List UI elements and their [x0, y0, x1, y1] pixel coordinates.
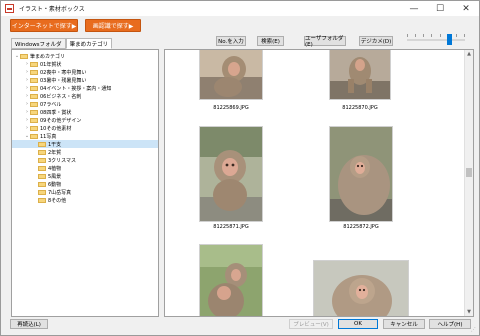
- scrollbar-thumb[interactable]: [466, 168, 472, 177]
- tree-item-label: 02喪中・寒中見舞い: [40, 69, 87, 76]
- folder-icon: [38, 181, 46, 187]
- tree-item-root[interactable]: ⌄ 筆まめカテゴリ: [12, 52, 158, 60]
- dialog-window: イラスト・素材ボックス — ☐ ✕ インターネットで探す▶ 画認識で探す▶ Wi…: [0, 0, 480, 336]
- tree-item-label: 8その他: [48, 197, 67, 204]
- scroll-up-arrow-icon[interactable]: ▲: [465, 50, 473, 58]
- thumbnail-filename: 81225871.JPG: [213, 224, 249, 230]
- tree-item-label: 11写真: [40, 133, 57, 140]
- slider-handle[interactable]: [447, 34, 452, 45]
- folder-icon: [30, 61, 38, 67]
- tab-windows-folder[interactable]: Windowsフォルダ: [11, 38, 66, 49]
- image-recognition-search-button[interactable]: 画認識で探す▶: [85, 19, 141, 32]
- ok-button[interactable]: OK: [338, 319, 378, 329]
- tree-item[interactable]: › 08四季・賞状: [12, 108, 158, 116]
- help-button[interactable]: ヘルプ(H): [429, 319, 471, 329]
- tree-item[interactable]: 8その他: [12, 196, 158, 204]
- thumbnail-image[interactable]: [329, 50, 391, 100]
- scroll-down-arrow-icon[interactable]: ▼: [465, 308, 473, 316]
- thumbnail-scrollbar[interactable]: ▲ ▼: [464, 50, 473, 316]
- reload-button[interactable]: 再読込(L): [10, 319, 48, 329]
- thumbnail-filename: 81225870.JPG: [342, 105, 378, 111]
- thumbnail-filename: 81225872.JPG: [343, 224, 379, 230]
- window-controls: — ☐ ✕: [401, 1, 479, 16]
- folder-icon: [38, 141, 46, 147]
- window-title: イラスト・素材ボックス: [19, 6, 85, 13]
- minimize-button[interactable]: —: [401, 1, 427, 16]
- tree-item-label: 2年賀: [48, 149, 62, 156]
- tab-fudemame-category[interactable]: 筆まめカテゴリ: [65, 38, 113, 49]
- folder-icon: [30, 93, 38, 99]
- tree-item-label: 3クリスマス: [48, 157, 77, 164]
- slider-track: [407, 39, 465, 41]
- preview-button[interactable]: プレビュー(V): [289, 319, 333, 329]
- tree-item-label: 03暑中・残暑見舞い: [40, 77, 87, 84]
- user-folder-button[interactable]: ユーザフォルダ(E): [304, 36, 346, 48]
- folder-icon: [20, 53, 28, 59]
- folder-icon: [30, 125, 38, 131]
- app-icon: [5, 4, 14, 13]
- tree-item[interactable]: 5風景: [12, 172, 158, 180]
- close-button[interactable]: ✕: [453, 1, 479, 16]
- tree-item-selected[interactable]: 1干支: [12, 140, 158, 148]
- tree-item-label: 06ビジネス・名刺: [40, 93, 82, 100]
- source-tabs: Windowsフォルダ 筆まめカテゴリ: [11, 38, 113, 49]
- digicam-button[interactable]: デジカメ(D): [359, 36, 393, 46]
- tree-item-label: 6動物: [48, 181, 62, 188]
- folder-icon: [30, 69, 38, 75]
- tree-item[interactable]: › 03暑中・残暑見舞い: [12, 76, 158, 84]
- tree-item[interactable]: › 07ラベル: [12, 100, 158, 108]
- search-button[interactable]: 検索(E): [257, 36, 284, 46]
- tree-item[interactable]: › 01年賀状: [12, 60, 158, 68]
- tree-item-label: 5風景: [48, 173, 62, 180]
- tree-item-label: 07ラベル: [40, 101, 62, 108]
- thumbnail-size-slider[interactable]: [407, 33, 465, 45]
- tree-item[interactable]: ⌄ 11写真: [12, 132, 158, 140]
- tree-item[interactable]: › 10その他素材: [12, 124, 158, 132]
- folder-icon: [38, 149, 46, 155]
- thumbnail-filename: 81225869.JPG: [213, 105, 249, 111]
- folder-icon: [30, 77, 38, 83]
- folder-icon: [30, 109, 38, 115]
- folder-icon: [38, 189, 46, 195]
- maximize-button[interactable]: ☐: [427, 1, 453, 16]
- folder-icon: [30, 85, 38, 91]
- thumbnail-grid: 81225869.JPG 81225870.JPG 81225871.JPG 8…: [164, 49, 474, 317]
- tree-item-label: 04イベント・挨拶・案内・通知: [40, 85, 112, 92]
- tree-item[interactable]: 6動物: [12, 180, 158, 188]
- tree-item[interactable]: 3クリスマス: [12, 156, 158, 164]
- resize-grip-icon[interactable]: ⋰: [471, 327, 477, 333]
- cancel-button[interactable]: キャンセル: [383, 319, 425, 329]
- folder-icon: [30, 133, 38, 139]
- tree-item-label: 4植物: [48, 165, 62, 172]
- tree-item-label: 08四季・賞状: [40, 109, 72, 116]
- tree-item[interactable]: 2年賀: [12, 148, 158, 156]
- folder-icon: [38, 165, 46, 171]
- folder-icon: [38, 197, 46, 203]
- folder-icon: [30, 101, 38, 107]
- tree-item[interactable]: 7山岳写真: [12, 188, 158, 196]
- tree-item[interactable]: › 02喪中・寒中見舞い: [12, 68, 158, 76]
- tree-item-label: 10その他素材: [40, 125, 72, 132]
- tree-item[interactable]: 4植物: [12, 164, 158, 172]
- thumbnail-image[interactable]: [199, 126, 263, 222]
- tree-item-label: 01年賀状: [40, 61, 62, 68]
- tree-item[interactable]: › 04イベント・挨拶・案内・通知: [12, 84, 158, 92]
- title-bar: イラスト・素材ボックス — ☐ ✕: [1, 1, 479, 16]
- thumbnail-image[interactable]: [329, 126, 393, 222]
- tree-item-label: 09その他デザイン: [40, 117, 82, 124]
- category-tree: ⌄ 筆まめカテゴリ › 01年賀状 › 02喪中・寒中見舞い › 03暑中・残暑…: [11, 49, 159, 317]
- tree-item[interactable]: › 06ビジネス・名刺: [12, 92, 158, 100]
- number-input-button[interactable]: No.を入力: [216, 36, 246, 46]
- thumbnail-image[interactable]: [199, 50, 263, 100]
- folder-icon: [38, 157, 46, 163]
- folder-icon: [38, 173, 46, 179]
- thumbnail-image[interactable]: [199, 244, 263, 316]
- tree-item[interactable]: › 09その他デザイン: [12, 116, 158, 124]
- tree-item-label: 7山岳写真: [48, 189, 72, 196]
- internet-search-button[interactable]: インターネットで探す▶: [10, 19, 78, 32]
- tree-item-label: 1干支: [48, 141, 62, 148]
- folder-icon: [30, 117, 38, 123]
- tree-item-label: 筆まめカテゴリ: [30, 53, 66, 60]
- thumbnail-image[interactable]: [313, 260, 409, 316]
